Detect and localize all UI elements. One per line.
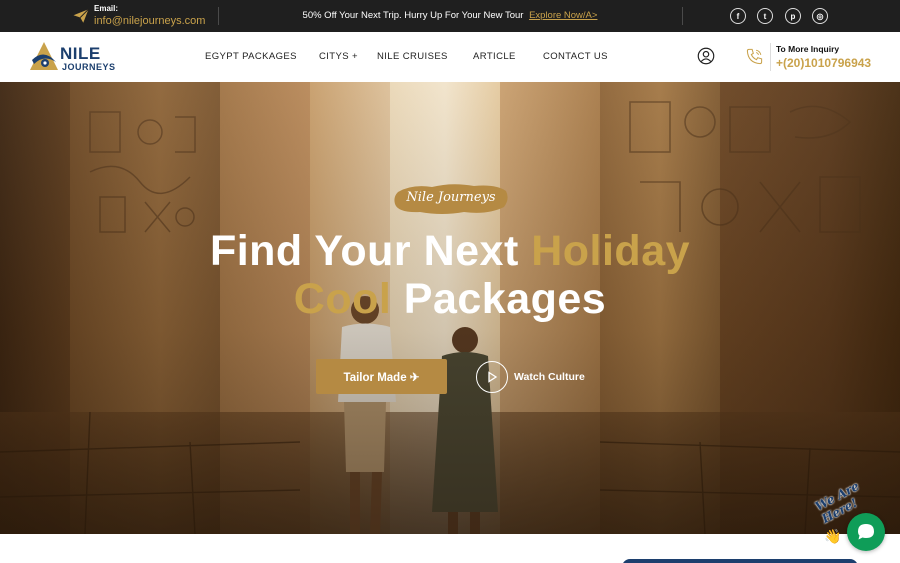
nav-nile-cruises[interactable]: NILE CRUISES <box>377 51 448 62</box>
promo-banner: 50% Off Your Next Trip. Hurry Up For You… <box>220 10 680 21</box>
chat-bubble-icon <box>858 524 874 540</box>
divider <box>682 7 683 25</box>
divider <box>218 7 219 25</box>
waving-hand-icon: 👋 <box>824 528 842 544</box>
promo-text: 50% Off Your Next Trip. Hurry Up For You… <box>302 10 524 21</box>
nav-citys[interactable]: CITYS + <box>319 51 358 62</box>
paper-plane-icon <box>73 8 89 23</box>
instagram-icon[interactable]: ◎ <box>812 8 828 24</box>
email-label: Email: <box>94 4 119 13</box>
twitter-icon[interactable]: t <box>757 8 773 24</box>
divider <box>770 43 771 71</box>
play-video-button[interactable] <box>476 361 508 393</box>
logo-text-nile: NILE <box>60 44 101 63</box>
email-contact[interactable]: Email: info@nilejourneys.com <box>72 5 205 27</box>
site-logo[interactable]: NILE JOURNEYS <box>28 40 124 74</box>
pyramid-logo-icon <box>30 42 58 70</box>
hero-title-text: Packages <box>403 275 607 323</box>
hero-badge-label: Nile Journeys <box>406 190 496 205</box>
hero-title-highlight: Holiday <box>531 227 691 275</box>
nav-egypt-packages[interactable]: EGYPT PACKAGES <box>205 51 297 62</box>
user-account-icon[interactable] <box>697 47 715 65</box>
hero-section: Nile Journeys Find Your Next Holiday Coo… <box>0 82 900 534</box>
facebook-icon[interactable]: f <box>730 8 746 24</box>
play-icon <box>488 371 498 383</box>
booking-panel-edge <box>622 559 858 563</box>
inquiry-phone-link[interactable]: +(20)1010796943 <box>776 56 871 70</box>
top-bar: Email: info@nilejourneys.com 50% Off You… <box>0 0 900 32</box>
hero-title-line-1: Find Your Next Holiday <box>150 230 750 273</box>
hero-title-line-2: Cool Packages <box>150 278 750 321</box>
tailor-made-button[interactable]: Tailor Made ✈ <box>316 359 447 394</box>
chat-button[interactable] <box>847 513 885 551</box>
nav-contact-us[interactable]: CONTACT US <box>543 51 608 62</box>
pinterest-icon[interactable]: p <box>785 8 801 24</box>
nav-article[interactable]: ARTICLE <box>473 51 516 62</box>
main-header: NILE JOURNEYS EGYPT PACKAGES CITYS + NIL… <box>0 32 900 82</box>
hero-title-highlight: Cool <box>293 275 404 323</box>
logo-text-journeys: JOURNEYS <box>62 62 116 72</box>
phone-icon <box>746 48 763 65</box>
watch-culture-link[interactable]: Watch Culture <box>514 371 585 383</box>
hero-title-text: Find Your Next <box>209 227 532 275</box>
explore-now-link[interactable]: Explore Now/A> <box>529 10 597 21</box>
inquiry-label: To More Inquiry <box>776 44 840 54</box>
email-link[interactable]: info@nilejourneys.com <box>94 16 205 27</box>
